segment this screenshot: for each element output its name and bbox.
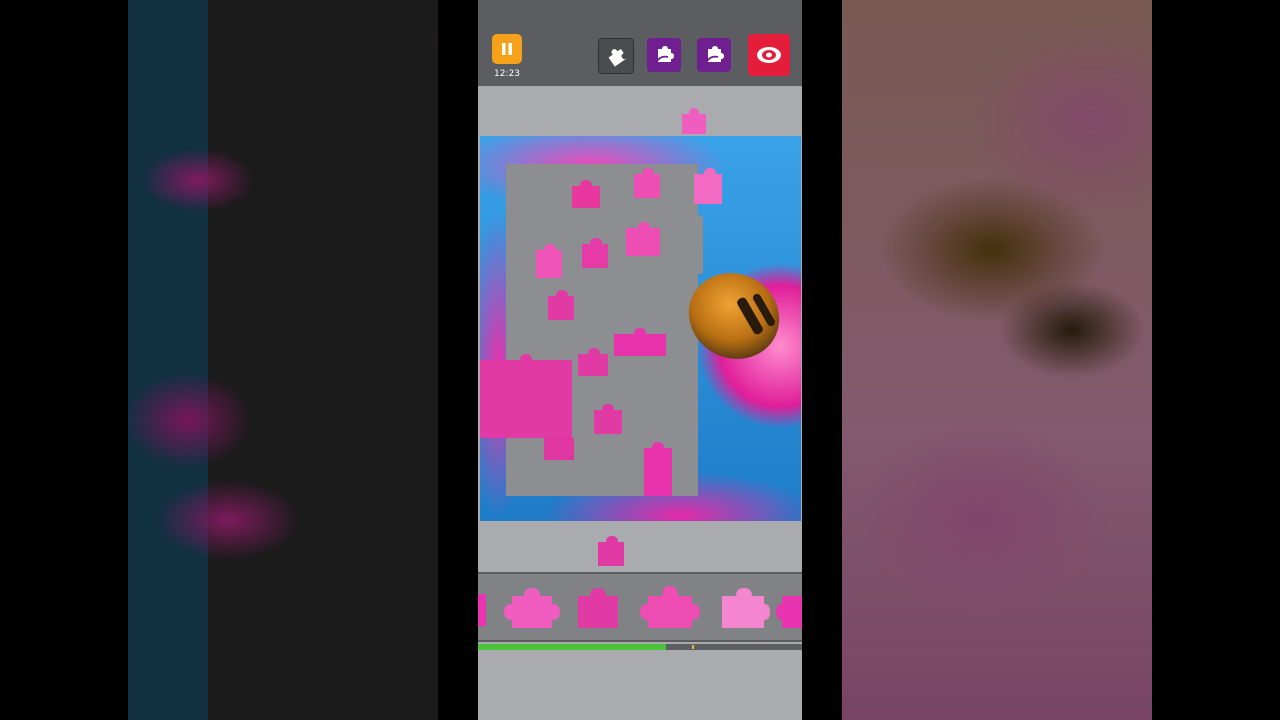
pause-button[interactable] <box>492 34 522 64</box>
empty-board-region <box>685 216 703 274</box>
loose-piece[interactable] <box>676 104 712 140</box>
placed-piece[interactable] <box>480 352 576 442</box>
placed-piece[interactable] <box>568 178 604 212</box>
game-screen: 12:23 <box>478 0 802 720</box>
placed-piece[interactable] <box>610 326 670 360</box>
edge-pieces-button[interactable] <box>647 38 681 72</box>
placed-piece[interactable] <box>590 402 626 438</box>
piece-sort-button[interactable] <box>598 38 634 74</box>
placed-piece[interactable] <box>532 242 566 282</box>
top-bar: 12:23 <box>478 0 802 86</box>
loose-piece[interactable] <box>594 534 628 570</box>
bottom-area <box>478 650 802 720</box>
progress-marker <box>692 645 694 649</box>
placed-piece[interactable] <box>574 346 612 380</box>
blurred-background-left <box>128 0 438 720</box>
tray-piece[interactable] <box>774 584 802 636</box>
edge-pieces-alt-icon <box>705 46 724 64</box>
preview-eye-icon <box>757 47 781 63</box>
tray-piece[interactable] <box>478 584 490 634</box>
preview-button[interactable] <box>748 34 790 76</box>
placed-piece[interactable] <box>640 440 676 500</box>
tray-piece[interactable] <box>638 584 702 636</box>
placed-piece[interactable] <box>622 220 664 260</box>
blurred-background-right <box>842 0 1152 720</box>
timer-text: 12:23 <box>494 69 520 79</box>
piece-sort-icon <box>608 48 628 67</box>
tray-piece[interactable] <box>570 584 626 636</box>
play-area[interactable] <box>478 86 802 572</box>
tray-piece[interactable] <box>502 584 562 636</box>
tray-piece[interactable] <box>714 584 772 636</box>
edge-pieces-icon <box>655 46 674 64</box>
placed-piece[interactable] <box>544 288 578 324</box>
edge-pieces-alt-button[interactable] <box>697 38 731 72</box>
puzzle-board[interactable] <box>480 136 801 521</box>
pause-icon <box>502 43 512 55</box>
piece-tray[interactable] <box>478 572 802 642</box>
placed-piece[interactable] <box>630 166 664 202</box>
placed-piece[interactable] <box>690 164 726 208</box>
placed-piece[interactable] <box>578 236 612 272</box>
